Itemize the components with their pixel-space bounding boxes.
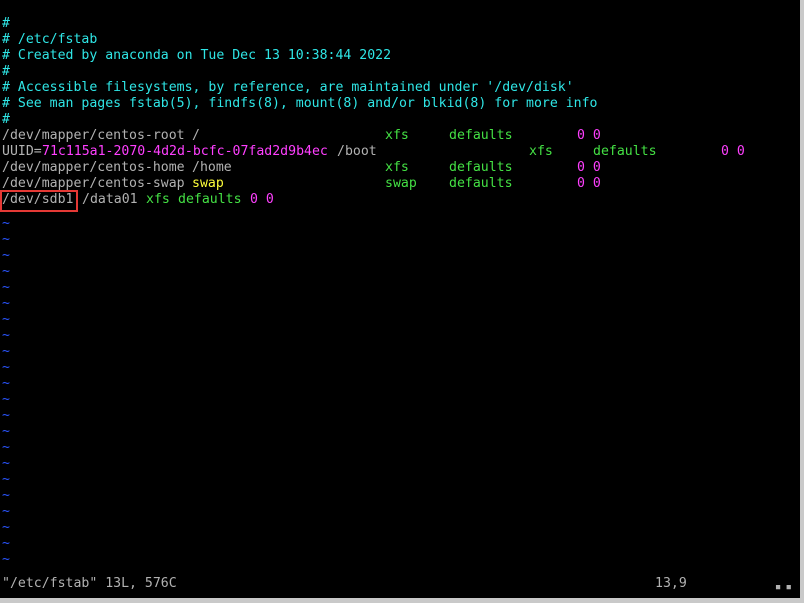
mount-options: defaults [178,192,242,207]
fs-type: xfs [529,144,553,159]
comment-line: # [2,16,10,31]
dump-pass: 0 0 [250,192,274,207]
empty-line-tilde: ~ [2,536,10,551]
status-cursor-position: 13,9 [655,576,687,591]
scroll-indicator: ▪▪ [774,580,796,593]
fstab-entry-root[interactable]: /dev/mapper/centos-root / xfs defaults 0… [2,128,798,144]
mount-point: swap [192,176,224,191]
highlight-box [0,190,78,212]
fstab-entry-boot[interactable]: UUID= 71c115a1-2070-4d2d-bcfc-07fad2d9b4… [2,144,798,160]
comment-line: # /etc/fstab [2,32,98,47]
dump-pass: 0 0 [577,128,601,143]
comment-line: # [2,64,10,79]
mount-options: defaults [449,160,513,175]
fs-type: xfs [385,128,409,143]
comment-line: # [2,112,10,127]
empty-line-tilde: ~ [2,280,10,295]
dump-pass: 0 0 [721,144,745,159]
empty-line-tilde: ~ [2,552,10,567]
empty-line-tilde: ~ [2,488,10,503]
comment-line: # See man pages fstab(5), findfs(8), mou… [2,96,598,111]
device-uuid: 71c115a1-2070-4d2d-bcfc-07fad2d9b4ec [42,144,328,159]
fs-type: swap [385,176,417,191]
empty-line-tilde: ~ [2,472,10,487]
empty-line-tilde: ~ [2,408,10,423]
empty-line-tilde: ~ [2,456,10,471]
mount-point: /home [192,160,232,175]
mount-options: defaults [449,176,513,191]
empty-line-tilde: ~ [2,328,10,343]
empty-line-tilde: ~ [2,520,10,535]
empty-line-tilde: ~ [2,376,10,391]
fs-type: xfs [146,192,170,207]
fs-type: xfs [385,160,409,175]
empty-line-tilde: ~ [2,360,10,375]
mount-point: /data01 [82,192,138,207]
dump-pass: 0 0 [577,160,601,175]
empty-line-tilde: ~ [2,296,10,311]
empty-line-tilde: ~ [2,232,10,247]
comment-line: # Accessible filesystems, by reference, … [2,80,574,95]
mount-options: defaults [449,128,513,143]
fstab-entry-home[interactable]: /dev/mapper/centos-home /home xfs defaul… [2,160,798,176]
empty-line-tilde: ~ [2,312,10,327]
empty-line-tilde: ~ [2,264,10,279]
dump-pass: 0 0 [577,176,601,191]
mount-options: defaults [593,144,657,159]
empty-line-tilde: ~ [2,216,10,231]
uuid-prefix: UUID= [2,144,42,159]
empty-line-tilde: ~ [2,392,10,407]
mount-point: /boot [337,144,377,159]
empty-line-tilde: ~ [2,504,10,519]
fstab-entry-swap[interactable]: /dev/mapper/centos-swap swap swap defaul… [2,176,798,192]
empty-line-tilde: ~ [2,344,10,359]
mount-point: / [192,128,200,143]
comment-line: # Created by anaconda on Tue Dec 13 10:3… [2,48,392,63]
terminal-window[interactable]: # # /etc/fstab # Created by anaconda on … [0,0,800,598]
status-file-info: "/etc/fstab" 13L, 576C [2,576,177,591]
empty-line-tilde: ~ [2,248,10,263]
device-path: /dev/mapper/centos-home [2,160,185,175]
empty-line-tilde: ~ [2,424,10,439]
empty-line-tilde: ~ [2,440,10,455]
device-path: /dev/mapper/centos-root [2,128,185,143]
